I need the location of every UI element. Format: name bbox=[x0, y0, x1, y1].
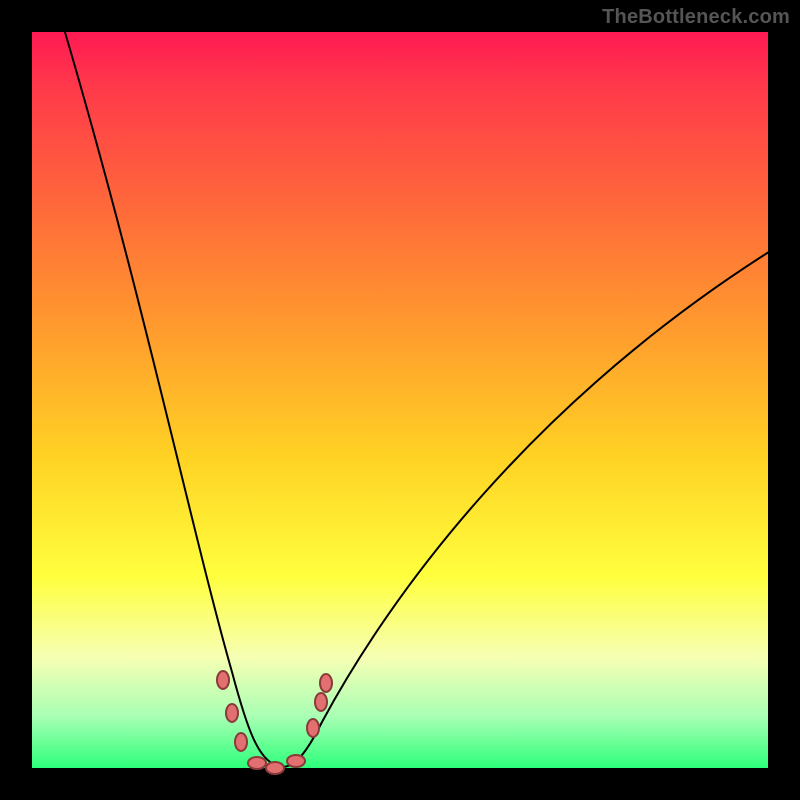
point-p3 bbox=[235, 733, 247, 751]
point-p5 bbox=[266, 762, 284, 774]
watermark-text: TheBottleneck.com bbox=[602, 6, 790, 29]
curve-svg bbox=[32, 32, 768, 768]
point-p1 bbox=[217, 671, 229, 689]
point-p9 bbox=[320, 674, 332, 692]
point-p6 bbox=[287, 755, 305, 767]
point-p8 bbox=[315, 693, 327, 711]
point-p4 bbox=[248, 757, 266, 769]
bottleneck-curve bbox=[62, 22, 772, 767]
chart-frame: TheBottleneck.com bbox=[0, 0, 800, 800]
curve-points bbox=[217, 671, 332, 774]
point-p7 bbox=[307, 719, 319, 737]
point-p2 bbox=[226, 704, 238, 722]
plot-area bbox=[32, 32, 768, 768]
